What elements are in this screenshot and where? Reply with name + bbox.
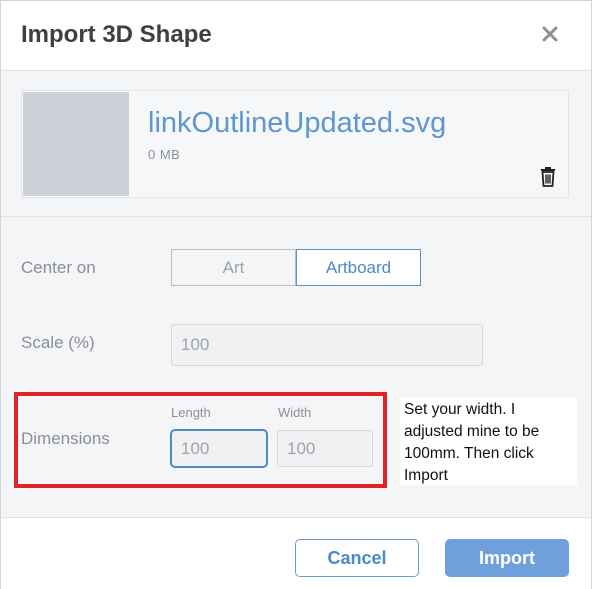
scale-input[interactable] xyxy=(171,324,483,366)
close-icon[interactable] xyxy=(539,23,561,45)
file-section: linkOutlineUpdated.svg 0 MB xyxy=(1,71,591,217)
file-name: linkOutlineUpdated.svg xyxy=(148,107,447,139)
trash-icon[interactable] xyxy=(539,167,557,187)
dialog-header: Import 3D Shape xyxy=(1,1,591,71)
import-button[interactable]: Import xyxy=(445,539,569,577)
center-on-label: Center on xyxy=(21,258,96,277)
annotation-note: Set your width. I adjusted mine to be 10… xyxy=(400,397,577,485)
file-size: 0 MB xyxy=(148,147,181,162)
dialog-footer: Cancel Import xyxy=(1,517,591,589)
scale-label: Scale (%) xyxy=(21,333,95,352)
file-card: linkOutlineUpdated.svg 0 MB xyxy=(21,90,569,198)
import-3d-shape-dialog: Import 3D Shape linkOutlineUpdated.svg 0… xyxy=(0,0,592,589)
center-on-artboard-option[interactable]: Artboard xyxy=(296,249,421,286)
center-on-art-option[interactable]: Art xyxy=(171,249,296,286)
file-thumbnail xyxy=(23,92,129,196)
annotation-highlight-box xyxy=(14,392,387,488)
cancel-button[interactable]: Cancel xyxy=(295,539,419,577)
dialog-title: Import 3D Shape xyxy=(21,21,212,48)
